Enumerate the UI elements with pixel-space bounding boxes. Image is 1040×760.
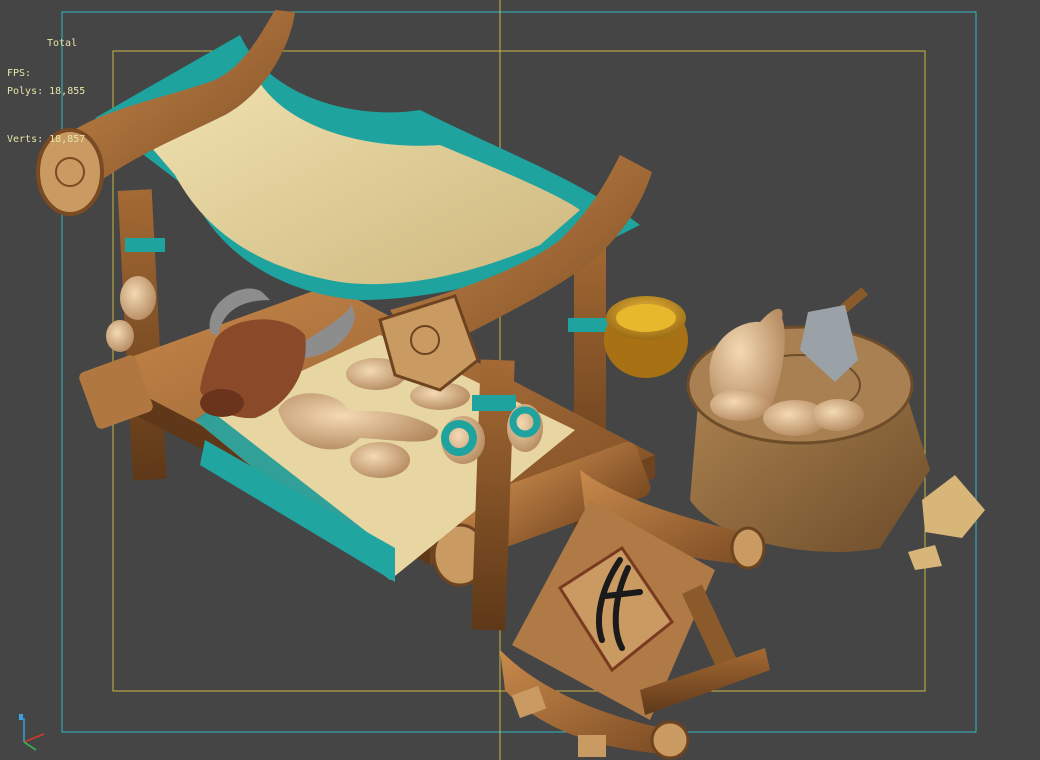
stats-verts: Verts: 18,857 [7,134,86,145]
chopping-stump[interactable] [686,287,985,570]
stats-fps: FPS: [7,68,32,79]
stats-total-label: Total [47,38,78,49]
stats-polys: Polys: 18,855 [7,86,86,97]
scene-render[interactable] [0,0,1040,760]
viewport-statistics: Total Polys: 18,855 Verts: 18,857 [7,4,85,180]
bowl[interactable] [604,296,688,378]
axis-gizmo-icon [19,714,45,751]
3d-viewport[interactable]: Total Polys: 18,855 Verts: 18,857 FPS: [0,0,1040,760]
market-stall[interactable] [36,10,655,631]
